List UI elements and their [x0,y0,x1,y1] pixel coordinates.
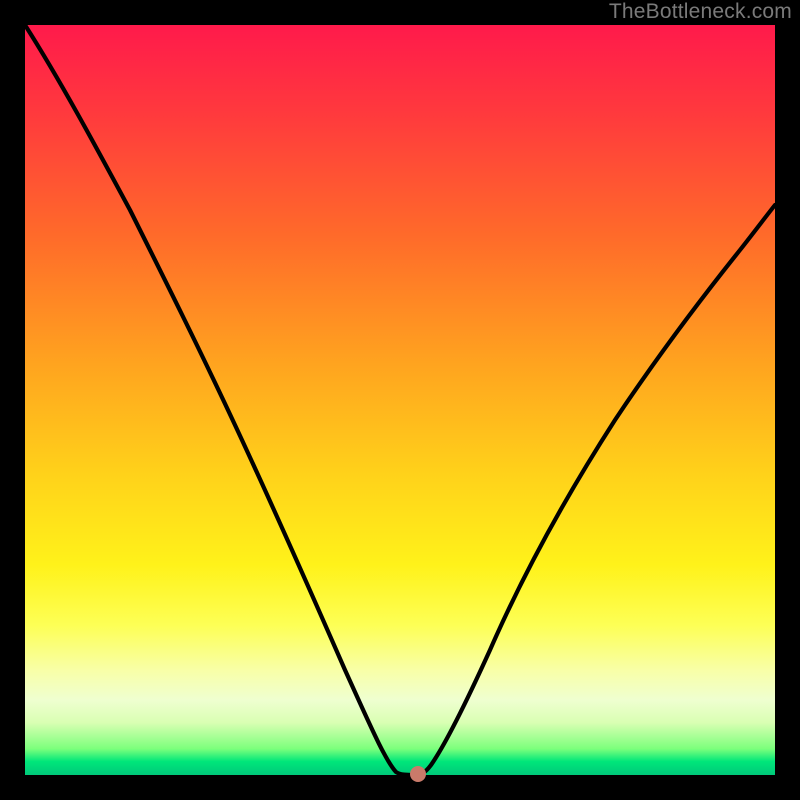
plot-area [25,25,775,775]
curve-layer [25,25,775,775]
chart-stage: TheBottleneck.com [0,0,800,800]
optimal-point-marker [410,766,426,782]
watermark-label: TheBottleneck.com [609,0,792,24]
bottleneck-curve [25,25,775,775]
